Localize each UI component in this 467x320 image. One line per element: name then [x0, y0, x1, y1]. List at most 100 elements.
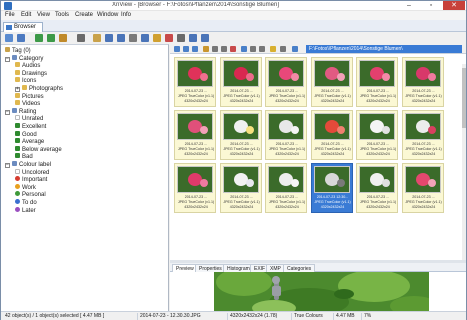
thumbnail-size-icon[interactable] [259, 46, 265, 52]
thumbnail-item[interactable]: 2014-07-23 ... JPEG TrueColor (v1.1) 4320x… [310, 57, 353, 107]
menu-view[interactable]: View [37, 12, 50, 18]
tab-categories[interactable]: Categories [283, 264, 316, 272]
thumbnail-item[interactable]: 2014-07-23 ... JPEG TrueColor (v1.1) 4320x… [356, 163, 398, 213]
thumbnail-caption-size: 4320x2432x24 [411, 205, 436, 209]
fullscreen-icon[interactable] [17, 34, 25, 42]
back-icon[interactable] [174, 46, 180, 52]
settings-icon[interactable] [105, 34, 113, 42]
compare-icon[interactable] [189, 34, 197, 42]
maximize-button[interactable]: ▫ [420, 1, 442, 10]
path-dropdown-icon[interactable] [292, 46, 298, 52]
tree-item-label: Excellent [22, 124, 47, 130]
main-toolbar [1, 32, 466, 44]
thumbnail-caption-size: 4320x2432x24 [275, 205, 299, 209]
thumbnail-image [359, 166, 395, 193]
menu-create[interactable]: Create [75, 12, 93, 18]
expand-toggle-icon[interactable]: − [5, 109, 10, 115]
browser-view-icon[interactable] [5, 34, 13, 42]
tree-item-label: Below average [22, 146, 62, 153]
rating-icon [15, 123, 20, 128]
convert-icon[interactable] [141, 34, 149, 42]
category-icon [12, 54, 17, 60]
favorite-icon[interactable] [270, 46, 276, 52]
thumbnail-item[interactable]: 2014-07-23 ... JPEG TrueColor (v1.1) 4320x… [356, 110, 398, 160]
delete-icon[interactable] [230, 46, 236, 52]
tree-item[interactable]: Later [15, 206, 36, 215]
expand-toggle-icon[interactable]: + [15, 87, 20, 92]
view-mode-icon[interactable] [250, 46, 256, 52]
tab-browser-label: Browser [14, 24, 37, 30]
list-view-icon[interactable] [177, 34, 185, 42]
rotate-icon[interactable] [47, 34, 55, 42]
copy-icon[interactable] [212, 46, 218, 52]
filter-menu-icon[interactable] [280, 46, 286, 52]
menu-window[interactable]: Window [97, 12, 118, 18]
navigation-bar: F:\Fotos\\Pflanzen\2014\Sonstige Blumen\ [170, 44, 466, 54]
thumbnail-item[interactable]: 2014-07-23 ... JPEG TrueColor (v1.1) 4320x… [401, 57, 444, 107]
help-icon[interactable] [201, 34, 209, 42]
batch-icon[interactable] [153, 34, 161, 42]
menu-tools[interactable]: Tools [55, 12, 69, 18]
filter-icon[interactable] [77, 34, 85, 42]
path-input[interactable]: F:\Fotos\\Pflanzen\2014\Sonstige Blumen\ [306, 45, 462, 53]
colour-label-icon [15, 183, 20, 189]
folder-icon [15, 77, 20, 83]
info-icon[interactable] [165, 34, 173, 42]
print-icon[interactable] [129, 34, 137, 42]
thumbnail-caption-size: 4320x2432x24 [275, 152, 299, 156]
empty-icon [15, 168, 20, 174]
thumbnail-item[interactable]: 2014-07-23 ... JPEG TrueColor (v1.1) 4320x… [174, 163, 216, 213]
forward-icon[interactable] [183, 46, 189, 52]
thumbnail-item[interactable]: 2014-07-23 ... JPEG TrueColor (v1.1) 4320x… [174, 57, 216, 107]
preview-image [214, 272, 429, 311]
flower-shape [291, 73, 299, 81]
thumbnail-item[interactable]: 2014-07-23 ... JPEG TrueColor (v1.1) 4320x… [174, 110, 216, 160]
menu-edit[interactable]: Edit [21, 12, 31, 18]
vertical-scrollbar[interactable] [462, 64, 466, 260]
menu-info[interactable]: Info [121, 12, 131, 18]
thumbnail-caption-date: 2014-07-23 ... [230, 142, 253, 146]
move-icon[interactable] [221, 46, 227, 52]
flower-shape [427, 126, 436, 134]
thumbnail-item[interactable]: 2014-07-23 ... JPEG TrueColor (v1.1) 4320x… [219, 57, 262, 107]
close-button[interactable]: ✕ [443, 1, 465, 10]
expand-toggle-icon[interactable]: − [5, 56, 10, 62]
thumbnail-item[interactable]: 2014-07-23 ... JPEG TrueColor (v1.1) 4320x… [265, 57, 307, 107]
folder-icon[interactable] [59, 34, 67, 42]
tree-item-label: To do [22, 200, 37, 206]
thumbnail-caption-info: JPEG TrueColor (v1.1) [177, 200, 215, 204]
tab-browser[interactable]: Browser [3, 22, 43, 32]
status-selection: 42 object(s) / 1 object(s) selected [ 4.… [5, 313, 105, 319]
thumbnail-item[interactable]: 2014-07-23 ... JPEG TrueColor (v1.1) 4320x… [219, 163, 262, 213]
tab-properties[interactable]: Properties [195, 264, 226, 272]
thumbnail-image [404, 166, 441, 193]
thumbnail-item[interactable]: 2014-07-23 12:30... JPEG TrueColor (v1.1)… [310, 163, 353, 213]
thumbnail-item[interactable]: 2014-07-23 ... JPEG TrueColor (v1.1) 4320x… [356, 57, 398, 107]
empty-icon [15, 115, 20, 121]
sort-icon[interactable] [241, 46, 247, 52]
tab-preview[interactable]: Preview [172, 264, 198, 272]
thumbnail-item[interactable]: 2014-07-23 ... JPEG TrueColor (v1.1) 4320x… [265, 163, 307, 213]
up-folder-icon[interactable] [192, 46, 198, 52]
thumbnail-item[interactable]: 2014-07-23 ... JPEG TrueColor (v1.1) 4320x… [401, 163, 444, 213]
status-filename: 2014-07-23 - 12.30.30.JPG [137, 313, 201, 320]
thumbnail-caption-date: 2014-07-23 ... [412, 89, 435, 93]
menu-file[interactable]: File [5, 12, 15, 18]
slideshow-icon[interactable] [93, 34, 101, 42]
thumbnail-caption-size: 4320x2432x24 [320, 205, 345, 209]
scrollbar-thumb[interactable] [462, 68, 466, 128]
tree-item-label: Unrated [22, 116, 44, 123]
thumbnail-item[interactable]: 2014-07-23 ... JPEG TrueColor (v1.1) 4320x… [219, 110, 262, 160]
edit-icon[interactable] [117, 34, 125, 42]
new-folder-icon[interactable] [203, 46, 209, 52]
minimize-button[interactable]: – [398, 1, 420, 10]
tree-item-label: Photographs [29, 86, 64, 92]
expand-toggle-icon[interactable]: − [5, 163, 10, 168]
thumbnail-item[interactable]: 2014-07-23 ... JPEG TrueColor (v1.1) 4320x… [401, 110, 444, 160]
rating-icon [15, 153, 20, 159]
refresh-icon[interactable] [35, 34, 43, 42]
thumbnail-caption-info: JPEG TrueColor (v1.1) [177, 147, 215, 151]
tree-item-label: Icons [22, 78, 37, 85]
thumbnail-item[interactable]: 2014-07-23 ... JPEG TrueColor (v1.1) 4320x… [265, 110, 307, 160]
thumbnail-item[interactable]: 2014-07-23 ... JPEG TrueColor (v1.1) 4320x… [310, 110, 353, 160]
